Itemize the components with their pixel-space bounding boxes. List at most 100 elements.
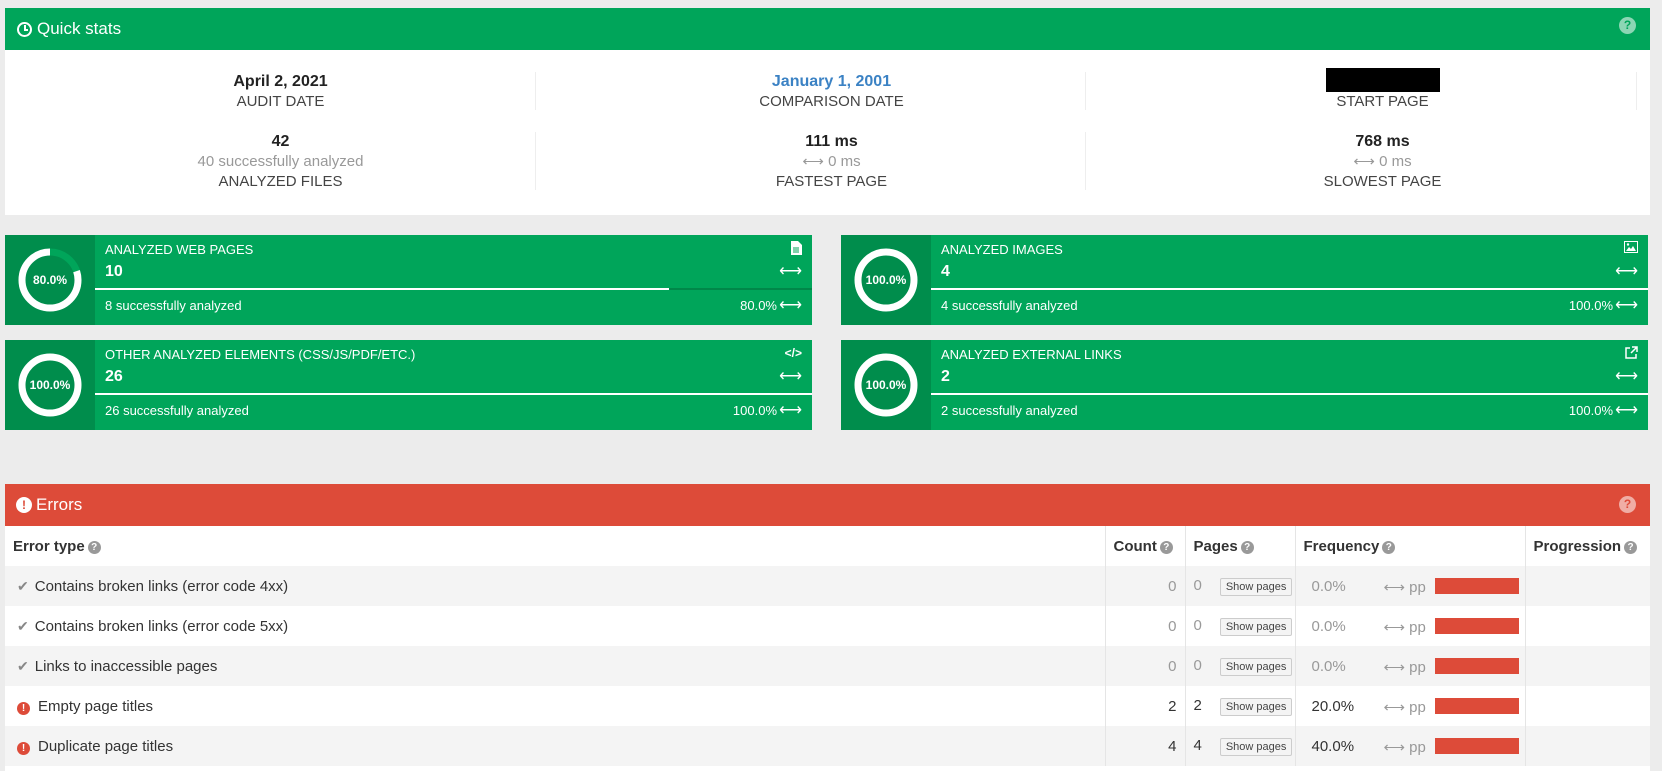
audit-date-stat: April 2, 2021 AUDIT DATE [5,72,556,112]
help-icon[interactable]: ? [1619,496,1636,513]
compare-pp: ⟷ pp [1383,619,1426,636]
start-page-stat: START PAGE [1107,68,1658,112]
redacted-start-page [1325,68,1440,92]
analyzed-files-sub: 40 successfully analyzed [197,153,364,170]
ring-percent: 100.0% [865,378,907,392]
error-frequency: 40.0% [1311,737,1355,755]
box-count: 2 [941,368,950,385]
error-count: 2 [1105,686,1186,726]
box-title: ANALYZED EXTERNAL LINKS [941,347,1122,362]
other-elements-box[interactable]: 100.0% OTHER ANALYZED ELEMENTS (CSS/JS/P… [5,340,812,430]
progression-cell [1525,566,1650,606]
help-icon[interactable]: ? [1382,540,1396,554]
compare-arrow-icon: ⟷ [779,297,802,314]
help-icon[interactable]: ? [1624,540,1638,554]
ring-percent: 100.0% [29,378,71,392]
frequency-bar [1434,658,1519,674]
progression-cell [1525,686,1650,726]
audit-date-value: April 2, 2021 [233,73,328,90]
compare-arrow-icon: ⟷ [1615,297,1638,314]
images-box[interactable]: 100.0% ANALYZED IMAGES 4 ⟷ 4 successfull… [841,235,1648,325]
help-icon[interactable]: ? [87,540,101,554]
check-icon: ✔ [17,577,29,594]
show-pages-button[interactable]: Show pages [1219,697,1293,716]
check-icon: ✔ [17,617,29,634]
check-icon: ✔ [17,657,29,674]
errors-panel: ! Errors ? Error type? Count? Pages? Fre… [5,484,1650,771]
table-row[interactable]: ✔ Links to inaccessible pages 0 0 Show pag… [5,646,1650,686]
web-pages-box[interactable]: 80.0% ANALYZED WEB PAGES 10 ⟷ 8 successf… [5,235,812,325]
column-header-error-type[interactable]: Error type? [5,526,1106,566]
progress-bar [95,393,812,395]
show-pages-button[interactable]: Show pages [1219,577,1293,596]
start-page-label: START PAGE [1336,93,1429,110]
table-row[interactable]: ! Duplicate page titles 4 4 Show pages 40.… [5,726,1650,766]
error-frequency: 0.0% [1311,617,1346,635]
fastest-page-value: 111 ms [805,133,858,150]
box-count: 4 [941,263,950,280]
show-pages-button[interactable]: Show pages [1219,617,1293,636]
table-header-row: Error type? Count? Pages? Frequency? Pro… [5,526,1650,566]
box-percent: 100.0% [732,403,777,418]
error-count: 0 [1105,606,1186,646]
error-type: Links to inaccessible pages [34,657,218,675]
compare-arrow-icon: ⟷ [1615,368,1638,385]
progress-bar [931,288,1648,290]
analyzed-files-label: ANALYZED FILES [218,173,343,190]
fastest-page-delta: ⟷ 0 ms [802,153,861,170]
error-pages: 4 [1193,736,1202,754]
errors-title: Errors [36,495,83,514]
error-pages: 0 [1193,576,1202,594]
slowest-page-label: SLOWEST PAGE [1323,173,1442,190]
error-icon: ! [17,741,30,755]
error-frequency: 0.0% [1311,577,1346,595]
external-link-icon [1625,346,1638,362]
show-pages-button[interactable]: Show pages [1219,737,1293,756]
box-footer: 26 successfully analyzed [105,403,249,418]
error-pages: 0 [1193,656,1202,674]
error-frequency: 20.0% [1311,697,1355,715]
box-title: ANALYZED WEB PAGES [105,242,254,257]
errors-table: Error type? Count? Pages? Frequency? Pro… [5,526,1650,766]
help-icon[interactable]: ? [1159,540,1173,554]
box-count: 10 [105,263,123,280]
table-row[interactable]: ✔ Contains broken links (error code 4xx) … [5,566,1650,606]
comparison-date-link[interactable]: January 1, 2001 [556,72,1107,92]
ring-percent: 80.0% [32,273,68,287]
box-percent: 80.0% [740,298,777,313]
table-row[interactable]: ! Empty page titles 2 2 Show pages 20.0% ⟷ … [5,686,1650,726]
error-pages: 2 [1193,696,1202,714]
external-links-box[interactable]: 100.0% ANALYZED EXTERNAL LINKS 2 ⟷ 2 suc… [841,340,1648,430]
compare-arrow-icon: ⟷ [779,402,802,419]
box-percent: 100.0% [1568,298,1613,313]
box-percent: 100.0% [1568,403,1613,418]
compare-pp: ⟷ pp [1383,659,1426,676]
error-count: 4 [1105,726,1186,766]
help-icon[interactable]: ? [1240,540,1254,554]
column-header-pages[interactable]: Pages? [1185,526,1296,566]
progression-cell [1525,646,1650,686]
show-pages-button[interactable]: Show pages [1219,657,1293,676]
quick-stats-title: Quick stats [37,19,122,38]
analyzed-files-value: 42 [271,133,290,150]
column-header-progression[interactable]: Progression? [1525,526,1650,566]
error-type: Contains broken links (error code 4xx) [34,577,289,595]
table-row[interactable]: ✔ Contains broken links (error code 5xx) … [5,606,1650,646]
errors-header: ! Errors ? [5,484,1650,526]
error-type: Empty page titles [38,697,154,715]
analyzed-files-stat: 42 40 successfully analyzed ANALYZED FIL… [5,132,556,192]
slowest-page-stat: 768 ms ⟷ 0 ms SLOWEST PAGE [1107,132,1658,192]
compare-arrow-icon: ⟷ [779,368,802,385]
frequency-bar [1434,738,1519,754]
help-icon[interactable]: ? [1619,17,1636,34]
error-count: 0 [1105,646,1186,686]
box-title: ANALYZED IMAGES [941,242,1063,257]
clock-icon [17,21,32,37]
column-header-count[interactable]: Count? [1105,526,1186,566]
exclamation-icon: ! [16,497,32,513]
ring-percent: 100.0% [865,273,907,287]
column-header-frequency[interactable]: Frequency? [1295,526,1526,566]
compare-arrow-icon: ⟷ [779,263,802,280]
audit-date-label: AUDIT DATE [236,93,325,110]
error-type: Duplicate page titles [38,737,174,755]
